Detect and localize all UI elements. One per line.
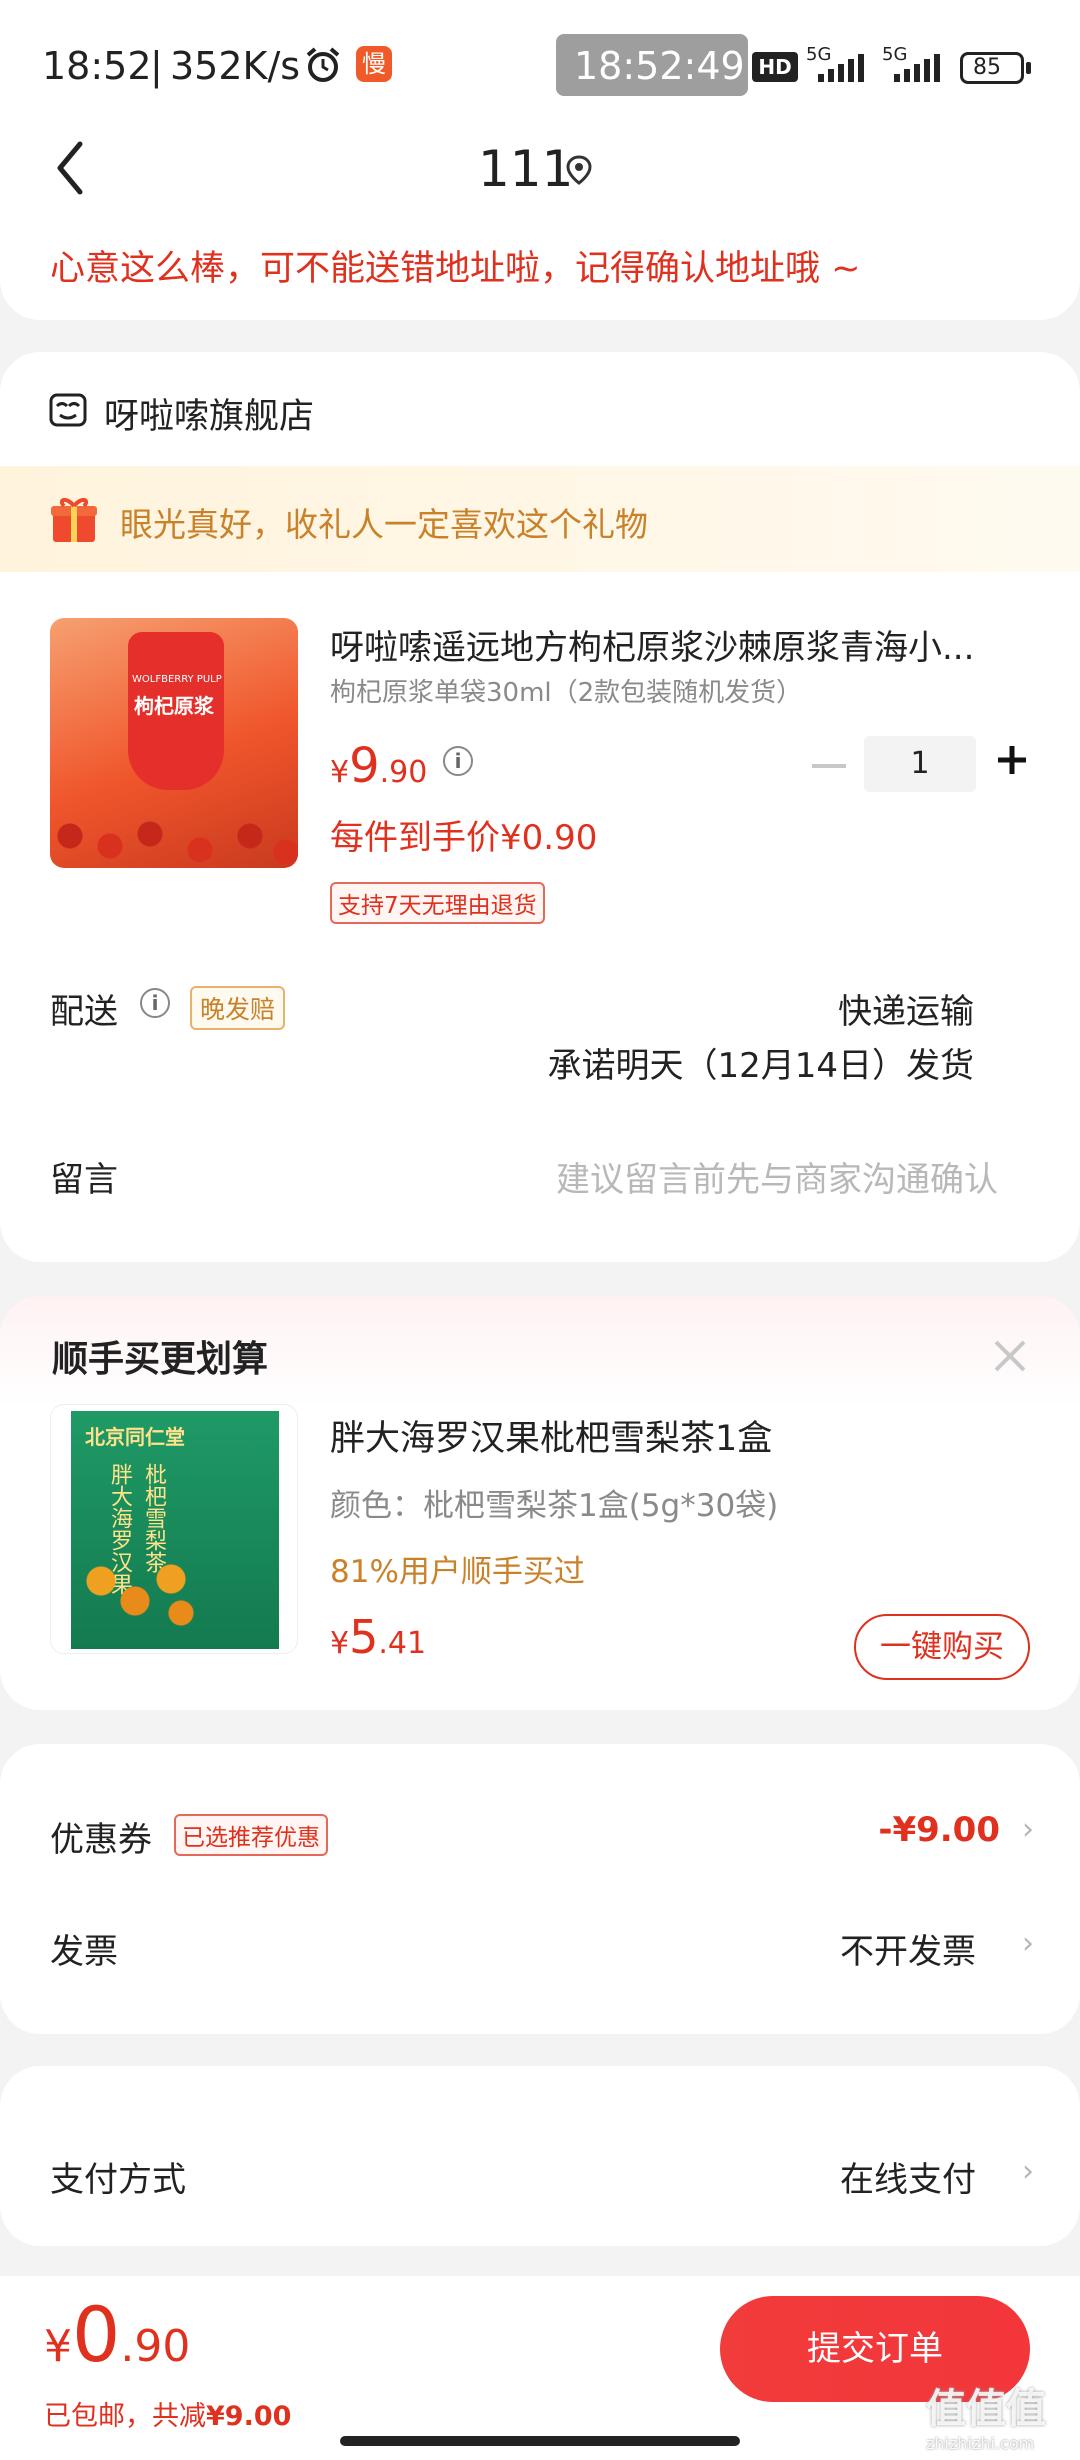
watermark: 值值值 zhizhizhi.com [926, 2376, 1066, 2453]
address-title[interactable]: 111 [478, 140, 573, 198]
coupon-label: 优惠券 [50, 1820, 152, 1860]
total-dec: .90 [120, 2321, 191, 2372]
close-icon[interactable] [992, 1338, 1028, 1378]
upsell-price-int: 5 [349, 1610, 379, 1664]
coupon-value: -¥9.00 [878, 1810, 1000, 1850]
delivery-label: 配送 [50, 992, 118, 1032]
late-compensation-tag: 晚发赔 [190, 986, 286, 1030]
payment-label: 支付方式 [50, 2160, 186, 2200]
invoice-chevron-icon: › [1022, 1926, 1034, 1961]
product-title[interactable]: 呀啦嗦遥远地方枸杞原浆沙棘原浆青海小... [330, 620, 974, 669]
footer-total: ¥0.90 [44, 2290, 190, 2379]
coupon-chevron-icon: › [1022, 1812, 1034, 1847]
quantity-decrease-button[interactable] [812, 764, 846, 768]
store-card: 呀啦嗦旗舰店 眼光真好，收礼人一定喜欢这个礼物 WOLFBERRY PULP 枸… [0, 352, 1080, 1262]
upsell-price-dec: .41 [378, 1626, 427, 1661]
hd-badge: HD [752, 52, 798, 82]
coupon-row[interactable]: 优惠券 已选推荐优惠 -¥9.00 › [0, 1744, 1080, 1884]
invoice-label: 发票 [50, 1932, 118, 1972]
upsell-price: ¥5.41 [330, 1610, 426, 1664]
coupon-tag: 已选推荐优惠 [174, 1814, 328, 1856]
payment-chevron-icon: › [1022, 2154, 1034, 2189]
battery-icon: 85 [960, 52, 1024, 84]
upsell-product-image[interactable]: 北京同仁堂 枇杷雪梨茶 胖大海罗汉果 [50, 1404, 298, 1654]
store-name[interactable]: 呀啦嗦旗舰店 [104, 388, 314, 439]
price-dec: .90 [379, 755, 428, 790]
product-image[interactable]: WOLFBERRY PULP 枸杞原浆 [50, 618, 298, 868]
upsell-product-spec: 颜色：枇杷雪梨茶1盒(5g*30袋) [330, 1488, 779, 1524]
payment-card: 支付方式 在线支付 › [0, 2066, 1080, 2246]
price-info-icon[interactable]: i [443, 746, 473, 776]
discount-summary: 已包邮，共减¥9.00 [44, 2394, 291, 2433]
discounts-card: 优惠券 已选推荐优惠 -¥9.00 › 发票 不开发票 › [0, 1744, 1080, 2034]
store-icon [48, 390, 88, 434]
payment-row[interactable]: 支付方式 在线支付 › [0, 2066, 1080, 2246]
network-speed: 352K/s [170, 44, 301, 88]
price-int: 9 [349, 738, 380, 794]
quick-buy-label: 一键购买 [880, 1629, 1004, 1665]
app-notification-icon: 慢 [356, 46, 392, 82]
alarm-icon [304, 46, 342, 88]
footer-bar: ¥0.90 已包邮，共减¥9.00 提交订单 值值值 zhizhizhi.com [0, 2276, 1080, 2460]
product-image-label: 枸杞原浆 [134, 694, 214, 718]
battery-tip [1026, 62, 1031, 74]
back-button[interactable] [52, 138, 88, 202]
tea-box: 北京同仁堂 枇杷雪梨茶 胖大海罗汉果 [71, 1411, 279, 1649]
shipping-note: 已包邮，共减 [44, 2401, 206, 2432]
quantity-increase-button[interactable] [994, 742, 1030, 782]
upsell-product-title[interactable]: 胖大海罗汉果枇杷雪梨茶1盒 [330, 1410, 772, 1461]
message-label: 留言 [50, 1160, 118, 1200]
header-card: 111 心意这么棒，可不能送错地址啦，记得确认地址哦 ~ [0, 100, 1080, 320]
watermark-text: 值值值 [926, 2386, 1046, 2432]
address-tip: 心意这么棒，可不能送错地址啦，记得确认地址哦 ~ [50, 249, 861, 289]
upsell-price-symbol: ¥ [330, 1626, 350, 1661]
upsell-card: 顺手买更划算 北京同仁堂 枇杷雪梨茶 胖大海罗汉果 胖大海罗汉果枇杷雪梨茶1盒 … [0, 1296, 1080, 1710]
total-discount: ¥9.00 [206, 2401, 292, 2432]
total-int: 0 [72, 2290, 121, 2379]
invoice-row[interactable]: 发票 不开发票 › [0, 1894, 1080, 2014]
return-policy-tag: 支持7天无理由退货 [330, 882, 545, 924]
invoice-value: 不开发票 [840, 1932, 976, 1972]
quantity-value: 1 [910, 746, 930, 781]
clock-text: 18:52:49 [574, 44, 745, 88]
delivery-info-icon[interactable]: i [140, 988, 170, 1018]
location-pin-icon[interactable] [564, 154, 594, 190]
product-image-sub: WOLFBERRY PULP [132, 674, 222, 685]
fruit-decoration [81, 1551, 201, 1631]
gift-banner: 眼光真好，收礼人一定喜欢这个礼物 [0, 466, 1080, 572]
product-spec[interactable]: 枸杞原浆单袋30ml（2款包装随机发货） [330, 672, 802, 709]
delivery-promise: 承诺明天（12月14日）发货 [547, 1046, 974, 1086]
product-price: ¥9.90 [330, 738, 427, 794]
quantity-box[interactable]: 1 [864, 736, 976, 792]
signal-icon-1 [808, 52, 868, 88]
battery-level: 85 [973, 55, 1001, 80]
signal-icon-2 [884, 52, 944, 88]
upsell-social-proof: 81%用户顺手买过 [330, 1554, 585, 1590]
home-indicator[interactable] [340, 2436, 740, 2446]
clock-pill: 18:52:49 [556, 34, 748, 96]
total-symbol: ¥ [44, 2321, 72, 2372]
watermark-url: zhizhizhi.com [926, 2434, 1035, 2453]
berries-decoration [50, 806, 298, 868]
gift-icon [48, 494, 100, 550]
message-input[interactable]: 建议留言前先与商家沟通确认 [556, 1152, 998, 1201]
delivery-method[interactable]: 快递运输 [838, 984, 974, 1033]
quick-buy-button[interactable]: 一键购买 [854, 1614, 1030, 1680]
upsell-title: 顺手买更划算 [52, 1339, 269, 1380]
status-time: 18:52 [42, 44, 152, 88]
gift-tip: 眼光真好，收礼人一定喜欢这个礼物 [120, 505, 648, 544]
payment-value: 在线支付 [840, 2160, 976, 2200]
price-symbol: ¥ [330, 755, 350, 790]
unit-price: 每件到手价¥0.90 [330, 818, 598, 858]
status-divider: | [150, 44, 163, 88]
submit-order-label: 提交订单 [807, 2329, 943, 2369]
tea-brand: 北京同仁堂 [85, 1425, 185, 1449]
